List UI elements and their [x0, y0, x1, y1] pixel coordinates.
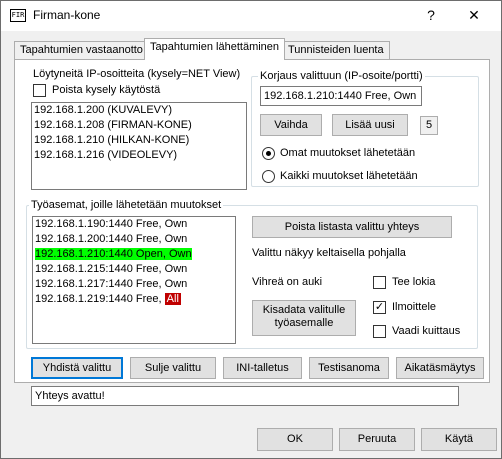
test-message-label: Testisanoma — [318, 362, 380, 374]
test-message-button[interactable]: Testisanoma — [309, 357, 389, 379]
list-item[interactable]: 192.168.1.190:1440 Free, Own — [33, 217, 235, 232]
close-selected-button[interactable]: Sulje valittu — [130, 357, 216, 379]
apply-label: Käytä — [444, 433, 474, 445]
kisadata-button[interactable]: Kisadata valitulle työasemalle — [252, 300, 356, 336]
found-ip-list[interactable]: 192.168.1.200 (KUVALEVY) 192.168.1.208 (… — [31, 102, 247, 190]
connect-selected-button[interactable]: Yhdistä valittu — [31, 357, 123, 379]
radio-own-changes[interactable] — [262, 147, 275, 160]
tab-receive[interactable]: Tapahtumien vastaanotto — [14, 41, 149, 60]
kisadata-button-line1: Kisadata valitulle — [262, 304, 346, 316]
remove-selected-button[interactable]: Poista listasta valittu yhteys — [252, 216, 452, 238]
remove-query-checkbox[interactable] — [33, 84, 46, 97]
count-badge: 5 — [420, 116, 438, 135]
list-item[interactable]: 192.168.1.200 (KUVALEVY) — [32, 103, 246, 118]
ok-label: OK — [287, 433, 303, 445]
cancel-button[interactable]: Peruuta — [339, 428, 415, 451]
log-checkbox[interactable] — [373, 276, 386, 289]
list-item-text: 192.168.1.219:1440 Free, — [35, 293, 165, 305]
ok-button[interactable]: OK — [257, 428, 333, 451]
list-item[interactable]: 192.168.1.208 (FIRMAN-KONE) — [32, 118, 246, 133]
close-button[interactable]: ✕ — [461, 4, 487, 26]
remove-selected-label: Poista listasta valittu yhteys — [284, 221, 420, 233]
title-bar: FIR Firman-kone ? ✕ — [1, 1, 501, 31]
list-item[interactable]: 192.168.1.200:1440 Free, Own — [33, 232, 235, 247]
radio-own-label: Omat muutokset lähetetään — [280, 147, 416, 159]
add-new-button-label: Lisää uusi — [345, 119, 395, 131]
workstations-group: Työasemat, joille lähetetään muutokset 1… — [26, 199, 478, 349]
list-item[interactable]: 192.168.1.217:1440 Free, Own — [33, 277, 235, 292]
kisadata-button-line2: työasemalle — [274, 317, 334, 329]
add-new-button[interactable]: Lisää uusi — [332, 114, 408, 136]
radio-all-changes[interactable] — [262, 170, 275, 183]
app-icon: FIR — [10, 9, 26, 22]
time-sync-button[interactable]: Aikatäsmäytys — [396, 357, 484, 379]
ip-port-field[interactable]: 192.168.1.210:1440 Free, Own — [260, 86, 422, 106]
list-item[interactable]: 192.168.1.216 (VIDEOLEVY) — [32, 148, 246, 163]
status-field[interactable]: Yhteys avattu! — [31, 386, 459, 406]
open-connection-highlight: 192.168.1.210:1440 Open, Own — [35, 248, 192, 260]
ini-save-label: INI-talletus — [236, 362, 289, 374]
ack-label: Vaadi kuittaus — [392, 325, 461, 337]
tab-send[interactable]: Tapahtumien lähettäminen — [144, 38, 286, 60]
workstations-group-label: Työasemat, joille lähetetään muutokset — [29, 199, 224, 211]
notify-label: Ilmoittele — [392, 301, 437, 313]
dialog-window: FIR Firman-kone ? ✕ Tapahtumien vastaano… — [0, 0, 502, 459]
connect-selected-label: Yhdistä valittu — [42, 362, 112, 374]
found-ips-label: Löytyneitä IP-osoitteita (kysely=NET Vie… — [33, 68, 241, 80]
fix-group: Korjaus valittuun (IP-osoite/portti) 192… — [251, 70, 479, 187]
list-item[interactable]: 192.168.1.210:1440 Open, Own — [33, 247, 235, 262]
remove-query-label: Poista kysely käytöstä — [52, 84, 161, 96]
tab-tag-reading[interactable]: Tunnisteiden luenta — [282, 41, 390, 60]
info-green-text: Vihreä on auki — [252, 276, 323, 288]
notify-checkbox[interactable]: ✓ — [373, 301, 386, 314]
ini-save-button[interactable]: INI-talletus — [223, 357, 302, 379]
apply-button[interactable]: Käytä — [421, 428, 497, 451]
close-selected-label: Sulje valittu — [144, 362, 202, 374]
info-yellow-text: Valittu näkyy keltaisella pohjalla — [252, 247, 406, 259]
time-sync-label: Aikatäsmäytys — [404, 362, 476, 374]
list-item[interactable]: 192.168.1.215:1440 Free, Own — [33, 262, 235, 277]
list-item[interactable]: 192.168.1.219:1440 Free, All — [33, 292, 235, 307]
all-badge: All — [164, 293, 181, 305]
tab-panel: Löytyneitä IP-osoitteita (kysely=NET Vie… — [14, 59, 490, 383]
fix-group-label: Korjaus valittuun (IP-osoite/portti) — [258, 70, 425, 82]
ack-checkbox[interactable] — [373, 325, 386, 338]
change-button-label: Vaihda — [274, 119, 308, 131]
change-button[interactable]: Vaihda — [260, 114, 322, 136]
help-button[interactable]: ? — [419, 4, 443, 26]
log-label: Tee lokia — [392, 276, 436, 288]
window-title: Firman-kone — [33, 8, 101, 22]
radio-all-label: Kaikki muutokset lähetetään — [280, 170, 418, 182]
cancel-label: Peruuta — [357, 433, 397, 445]
workstation-list[interactable]: 192.168.1.190:1440 Free, Own 192.168.1.2… — [32, 216, 236, 344]
list-item[interactable]: 192.168.1.210 (HILKAN-KONE) — [32, 133, 246, 148]
